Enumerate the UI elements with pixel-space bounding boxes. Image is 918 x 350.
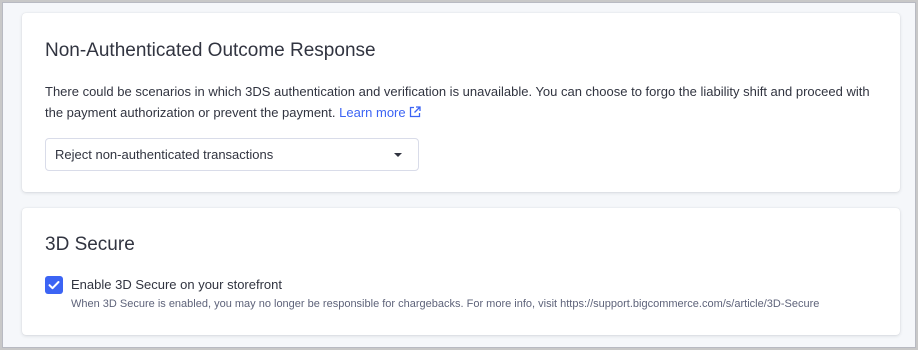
page-frame: Non-Authenticated Outcome Response There… — [2, 2, 916, 348]
enable-3d-secure-label[interactable]: Enable 3D Secure on your storefront — [71, 277, 282, 292]
checkmark-icon — [48, 281, 60, 290]
outcome-response-card: Non-Authenticated Outcome Response There… — [22, 13, 900, 192]
outcome-response-title: Non-Authenticated Outcome Response — [45, 40, 376, 61]
learn-more-label: Learn more — [339, 105, 406, 120]
select-value: Reject non-authenticated transactions — [55, 147, 274, 162]
description-text: There could be scenarios in which 3DS au… — [45, 84, 870, 120]
outcome-response-select[interactable]: Reject non-authenticated transactions — [45, 138, 419, 171]
3d-secure-card: 3D Secure Enable 3D Secure on your store… — [22, 208, 900, 335]
outcome-response-description: There could be scenarios in which 3DS au… — [45, 81, 885, 123]
external-link-icon — [409, 106, 421, 118]
enable-3d-secure-description: When 3D Secure is enabled, you may no lo… — [71, 298, 820, 310]
enable-3d-secure-checkbox[interactable] — [45, 276, 63, 294]
caret-down-icon — [394, 153, 402, 157]
3d-secure-title: 3D Secure — [45, 234, 135, 255]
learn-more-link[interactable]: Learn more — [339, 105, 421, 120]
